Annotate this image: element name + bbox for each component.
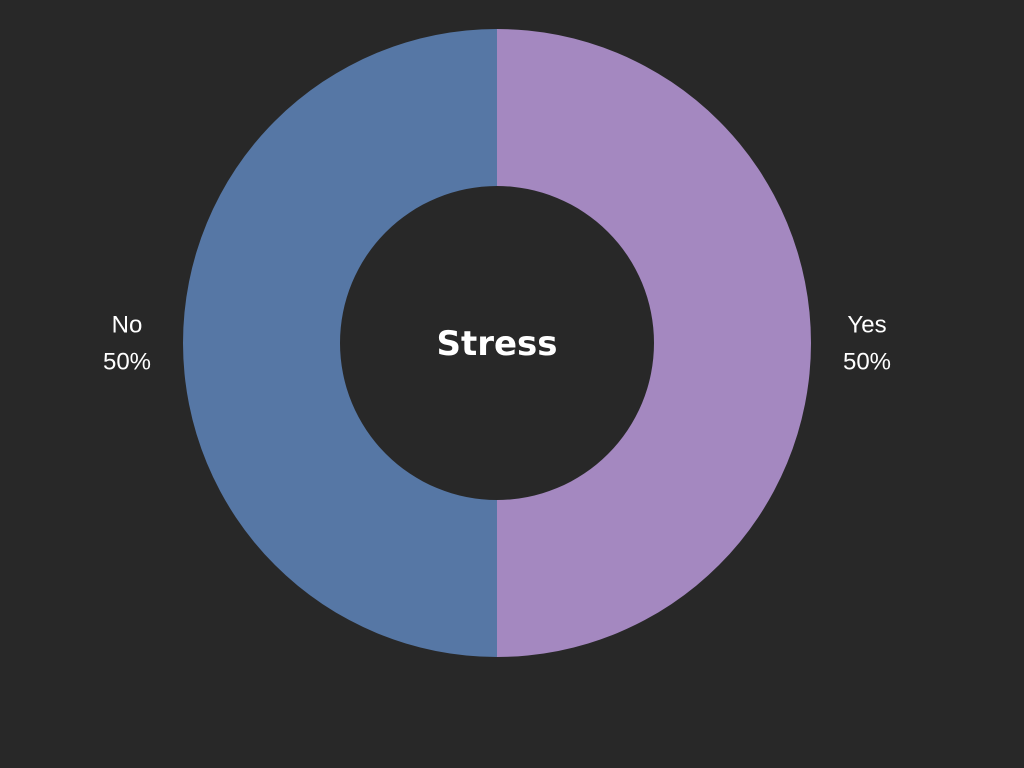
slice-label-yes: Yes 50% <box>843 312 891 376</box>
slice-category-text: No <box>112 312 143 339</box>
chart-root: Stress Yes 50% No 50% <box>0 0 1024 768</box>
slice-percent-text: 50% <box>103 349 151 376</box>
chart-title: Stress <box>436 324 557 364</box>
slice-category-text: Yes <box>847 312 886 339</box>
slice-label-no: No 50% <box>103 312 151 376</box>
slice-percent-text: 50% <box>843 349 891 376</box>
donut-chart: Stress Yes 50% No 50% <box>103 29 891 657</box>
